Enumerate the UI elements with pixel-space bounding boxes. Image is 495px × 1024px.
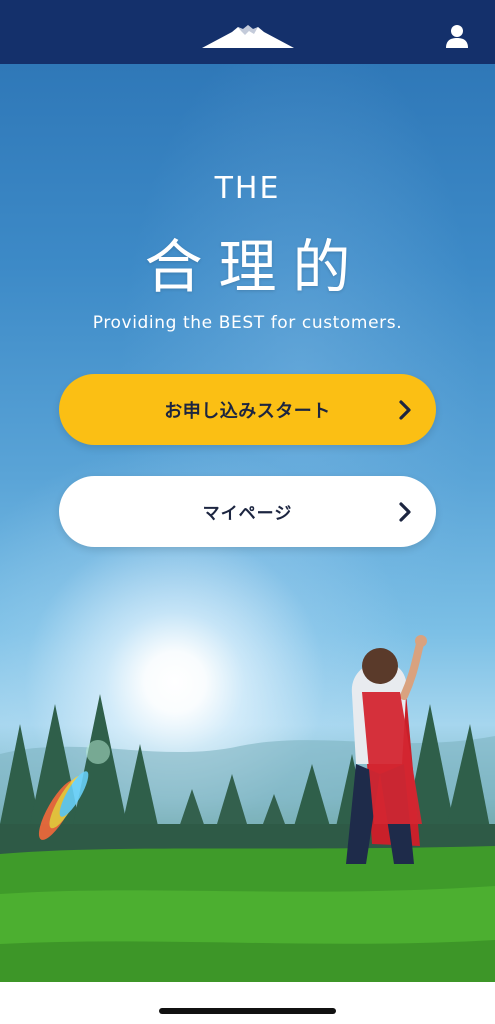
app-header <box>0 0 495 64</box>
mypage-button[interactable]: マイページ <box>59 476 436 547</box>
mypage-label: マイページ <box>202 504 293 524</box>
home-indicator[interactable] <box>159 1008 336 1014</box>
app-screen: THE 合理的 Providing the BEST for customers… <box>0 0 495 1024</box>
bottom-safe-area <box>0 982 495 1024</box>
chevron-right-icon <box>399 400 411 420</box>
application-start-button[interactable]: お申し込みスタート <box>59 374 436 445</box>
hero-title: 合理的 <box>144 233 367 301</box>
mountain-logo-icon <box>202 25 294 48</box>
application-start-label: お申し込みスタート <box>164 400 331 422</box>
hero-the-text: THE <box>214 171 281 206</box>
chevron-right-icon <box>399 502 411 522</box>
user-profile-icon[interactable] <box>440 20 474 54</box>
hero-tagline: Providing the BEST for customers. <box>92 313 403 333</box>
